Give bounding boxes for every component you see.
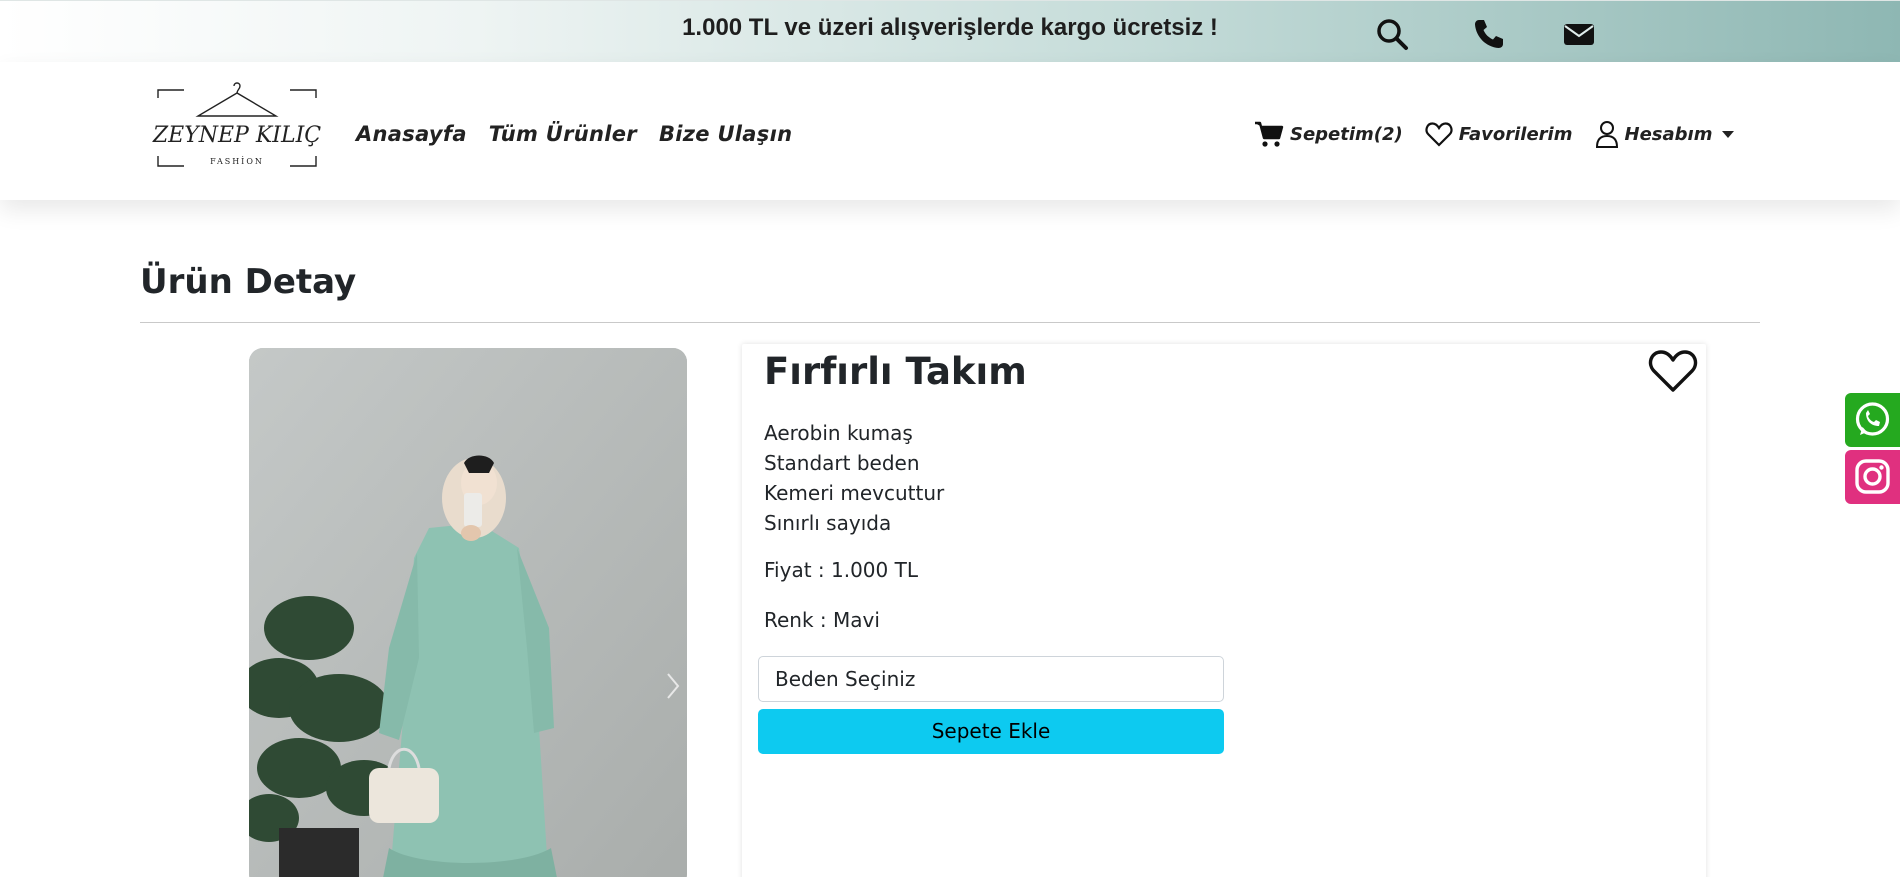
nav-home[interactable]: Anasayfa — [356, 122, 467, 146]
product-color: Renk : Mavi — [764, 608, 880, 632]
description-line: Kemeri mevcuttur — [764, 481, 945, 505]
chevron-right-icon — [667, 673, 680, 699]
brand-logo[interactable]: ZEYNEP KILIÇ FASHİON — [148, 80, 326, 176]
user-nav: Sepetim(2) Favorilerim Hesabım — [1254, 120, 1735, 148]
instagram-icon — [1855, 459, 1890, 494]
cart-link[interactable]: Sepetim(2) — [1254, 120, 1403, 148]
description-line: Sınırlı sayıda — [764, 511, 892, 535]
product-description: Aerobin kumaş Standart beden Kemeri mevc… — [764, 418, 944, 538]
title-divider — [140, 322, 1760, 323]
whatsapp-button[interactable] — [1845, 393, 1900, 447]
page-title: Ürün Detay — [140, 262, 357, 302]
add-to-favorites-button[interactable] — [1648, 348, 1698, 394]
svg-text:FASHİON: FASHİON — [210, 157, 264, 166]
mail-icon[interactable] — [1562, 17, 1596, 51]
instagram-button[interactable] — [1845, 450, 1900, 504]
announcement-text: 1.000 TL ve üzeri alışverişlerde kargo ü… — [682, 14, 1218, 41]
carousel-next-button[interactable] — [663, 666, 683, 706]
nav-contact[interactable]: Bize Ulaşın — [659, 122, 792, 146]
product-photo — [249, 348, 687, 877]
phone-icon[interactable] — [1472, 17, 1506, 51]
size-select[interactable]: Beden Seçiniz — [758, 656, 1224, 702]
favorites-link[interactable]: Favorilerim — [1425, 121, 1573, 147]
nav-all-products[interactable]: Tüm Ürünler — [489, 122, 637, 146]
whatsapp-icon — [1855, 402, 1890, 436]
product-name: Fırfırlı Takım — [764, 350, 1027, 393]
description-line: Standart beden — [764, 451, 920, 475]
user-icon — [1595, 121, 1618, 148]
caret-down-icon — [1722, 130, 1735, 138]
heart-icon — [1425, 122, 1453, 147]
heart-icon — [1648, 350, 1698, 392]
announcement-bar: 1.000 TL ve üzeri alışverişlerde kargo ü… — [0, 0, 1900, 62]
site-header: ZEYNEP KILIÇ FASHİON Anasayfa Tüm Ürünle… — [0, 62, 1900, 200]
main-nav: Anasayfa Tüm Ürünler Bize Ulaşın — [356, 122, 792, 146]
product-price: Fiyat : 1.000 TL — [764, 558, 918, 582]
cart-label: Sepetim(2) — [1290, 123, 1403, 145]
add-to-cart-button[interactable]: Sepete Ekle — [758, 709, 1224, 754]
description-line: Aerobin kumaş — [764, 421, 913, 445]
account-dropdown[interactable]: Hesabım — [1595, 120, 1735, 148]
cart-icon — [1255, 121, 1284, 147]
product-detail-card: Fırfırlı Takım Aerobin kumaş Standart be… — [742, 344, 1706, 877]
product-image-carousel[interactable] — [249, 348, 687, 877]
search-icon[interactable] — [1375, 17, 1409, 51]
favorites-label: Favorilerim — [1458, 123, 1573, 145]
svg-text:ZEYNEP KILIÇ: ZEYNEP KILIÇ — [152, 123, 321, 148]
account-label: Hesabım — [1624, 123, 1713, 145]
